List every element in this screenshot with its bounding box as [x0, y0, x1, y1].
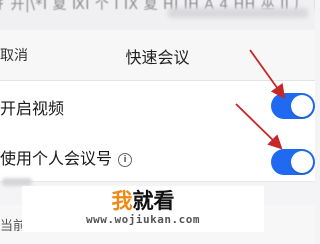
- video-toggle[interactable]: [271, 93, 315, 119]
- header-bar: 取消 快速会议: [0, 30, 315, 81]
- watermark-title: 我就看: [111, 189, 175, 213]
- obscured-instruction-text: 扌开|\*I 夏 ⅨI 个 I IX 夏 HJ IH A 4 HH 巫 ⅠⅠ 厂…: [0, 0, 315, 30]
- obscured-text: [2, 178, 32, 186]
- watermark-logo: 我就看 www.wojiukan.com: [22, 186, 264, 232]
- setting-row-video: 开启视频: [0, 81, 315, 132]
- setting-row-personal-meeting-id: 使用个人会议号 i: [0, 131, 315, 182]
- toggle-knob: [291, 95, 313, 117]
- watermark-url: www.wojiukan.com: [86, 213, 200, 226]
- personal-meeting-id-label: 使用个人会议号 i: [0, 145, 133, 169]
- video-label: 开启视频: [0, 99, 65, 118]
- toggle-knob: [291, 151, 313, 173]
- info-icon[interactable]: i: [118, 153, 133, 167]
- page-title: 快速会议: [125, 48, 190, 67]
- personal-meeting-id-toggle[interactable]: [271, 149, 315, 175]
